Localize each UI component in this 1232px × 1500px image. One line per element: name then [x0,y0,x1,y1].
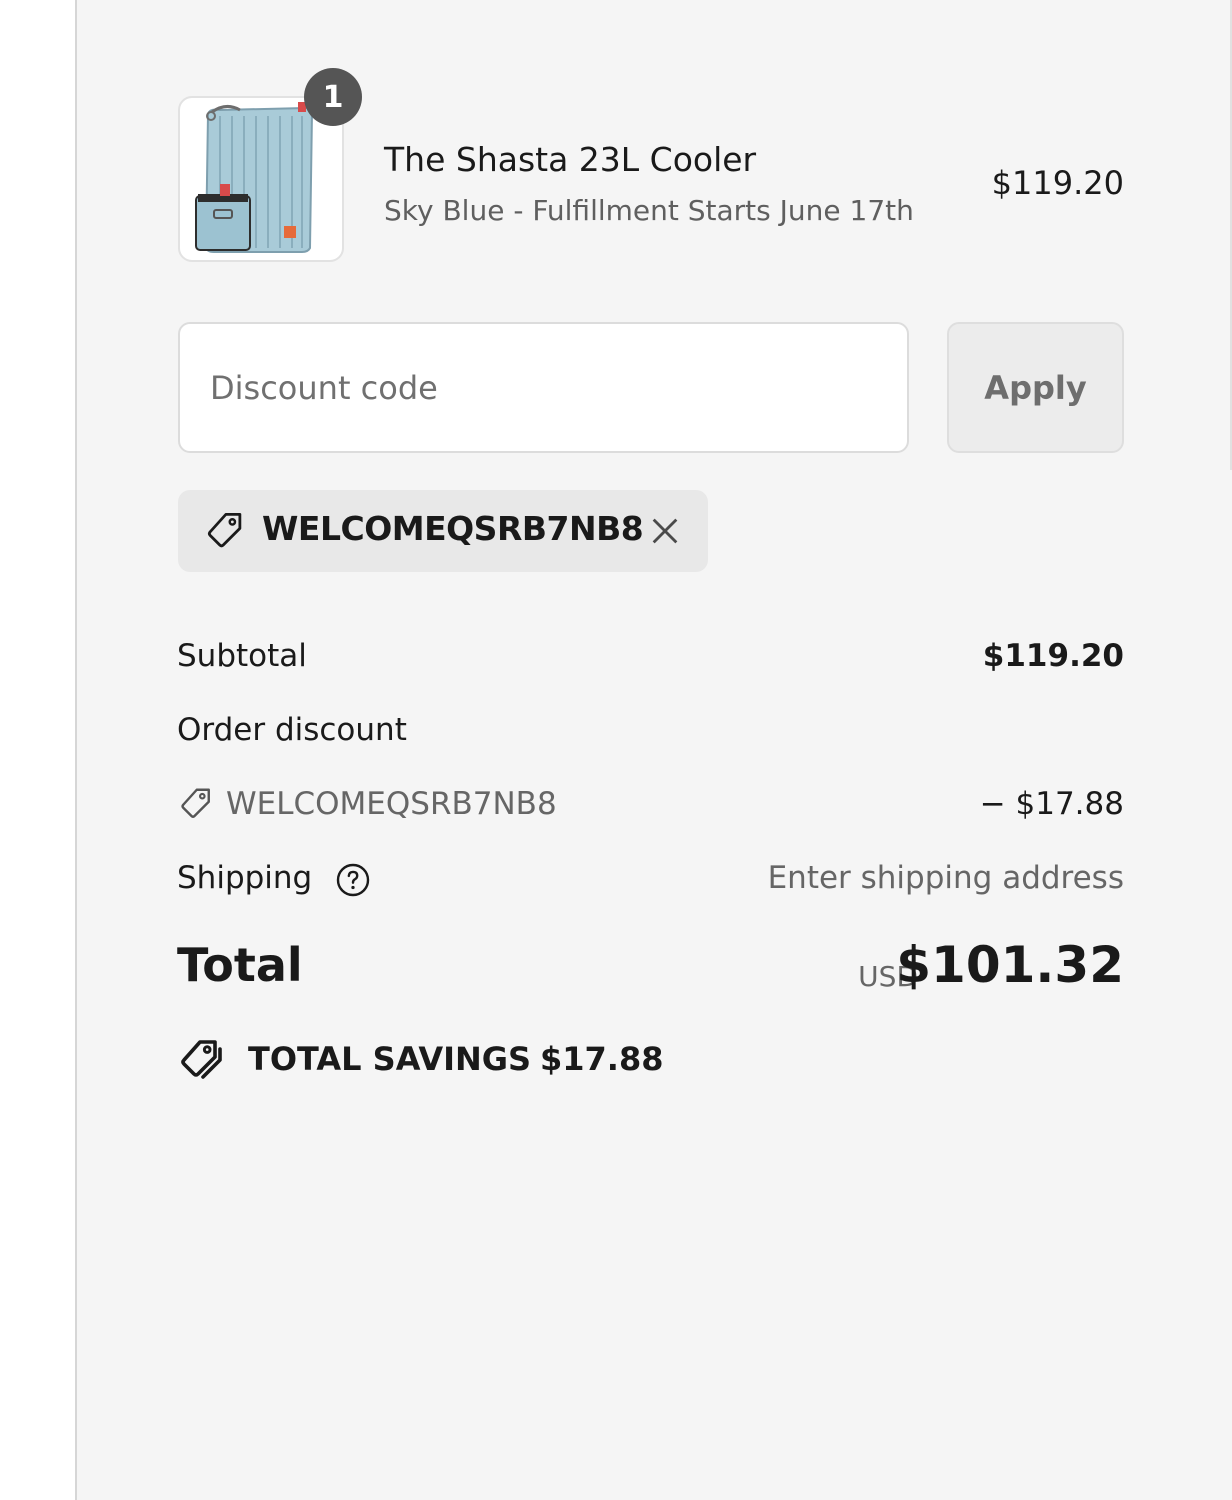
product-name: The Shasta 23L Cooler [384,140,757,179]
product-line-item: 1 The Shasta 23L Cooler Sky Blue - Fulfi… [178,68,1124,266]
tag-icon [207,512,242,548]
subtotal-value: $119.20 [982,638,1124,674]
cooler-bag-image [195,102,314,253]
discount-code-input[interactable] [178,322,909,453]
total-amount: $101.32 [896,936,1124,994]
shipping-value: Enter shipping address [767,860,1124,896]
remove-discount-icon[interactable] [648,514,682,548]
discount-line-code: WELCOMEQSRB7NB8 [226,786,557,822]
left-page-area [0,0,75,1500]
shipping-label: Shipping [177,860,313,896]
total-label: Total [177,938,303,992]
product-price: $119.20 [991,164,1124,202]
product-variant: Sky Blue - Fulfillment Starts June 17th [384,194,914,227]
total-savings-label: TOTAL SAVINGS [248,1040,532,1078]
discount-tag-icon [181,788,210,818]
subtotal-label: Subtotal [177,638,307,674]
total-savings-amount: $17.88 [540,1040,664,1078]
apply-discount-button[interactable]: Apply [947,322,1124,453]
order-discount-label: Order discount [177,712,407,748]
question-circle-icon[interactable] [335,862,371,898]
savings-tags-icon [181,1040,222,1079]
discount-line-value: − $17.88 [979,786,1124,822]
applied-discount-chip: WELCOMEQSRB7NB8 [178,490,708,572]
quantity-badge: 1 [304,68,362,126]
applied-discount-code: WELCOMEQSRB7NB8 [262,509,644,548]
